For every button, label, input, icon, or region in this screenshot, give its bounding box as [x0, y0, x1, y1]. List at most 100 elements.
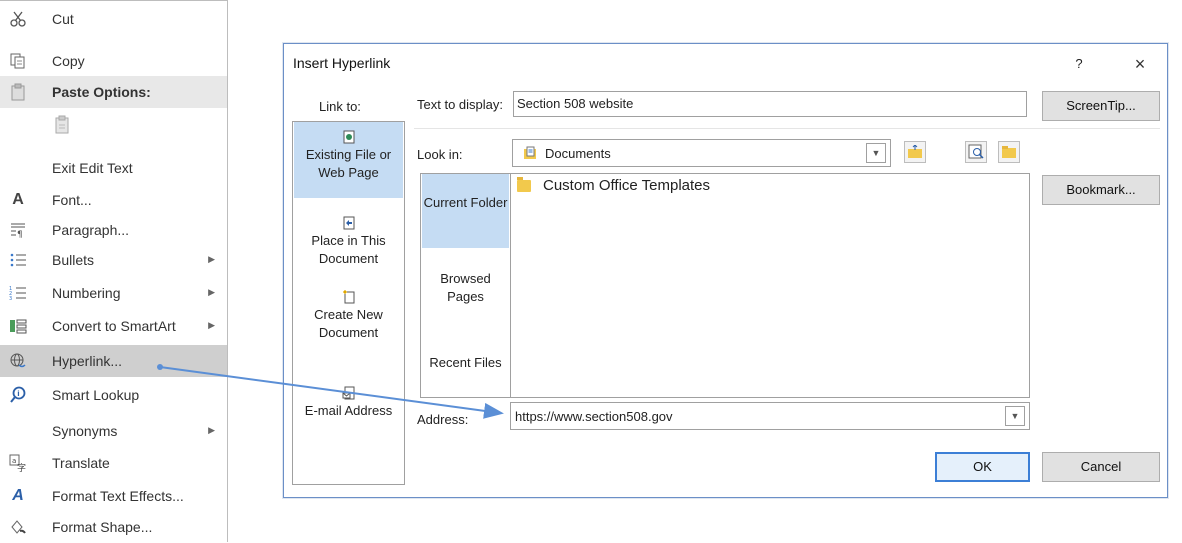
paste-keep-text-option[interactable] [0, 109, 227, 141]
menu-label-copy: Copy [52, 53, 85, 69]
link-to-create-label: Create New Document [314, 307, 383, 340]
browse-web-button[interactable] [965, 141, 987, 163]
menu-label-translate: Translate [52, 455, 110, 471]
file-list: Custom Office Templates [510, 173, 1030, 398]
menu-label-synonyms: Synonyms [52, 423, 118, 439]
copy-icon [8, 51, 28, 71]
menu-item-font[interactable]: A Font... [0, 184, 227, 216]
text-effects-icon: A [12, 487, 24, 504]
menu-label-bullets: Bullets [52, 252, 95, 268]
svg-text:字: 字 [17, 462, 26, 472]
file-name: Custom Office Templates [543, 177, 711, 194]
bullets-icon [8, 250, 28, 270]
link-to-label: Link to: [319, 99, 361, 114]
open-folder-icon [1002, 146, 1016, 158]
text-to-display-input[interactable]: Section 508 website [513, 91, 1027, 117]
cancel-button[interactable]: Cancel [1042, 452, 1160, 482]
hyperlink-globe-icon [8, 351, 28, 371]
smart-lookup-icon: i [8, 385, 28, 405]
submenu-arrow-icon: ▶ [208, 320, 215, 330]
menu-item-format-shape[interactable]: Format Shape... [0, 511, 227, 543]
link-to-create-new-document[interactable]: Create New Document [294, 282, 403, 354]
link-to-existing-label: Existing File or Web Page [305, 147, 392, 180]
look-in-value: Documents [545, 146, 611, 161]
translate-icon: a字 [8, 453, 28, 473]
link-to-place-label: Place in This Document [311, 233, 386, 266]
submenu-arrow-icon: ▶ [208, 254, 215, 264]
menu-item-convert-smartart[interactable]: Convert to SmartArt ▶ [0, 310, 227, 342]
list-item[interactable]: Custom Office Templates [517, 176, 711, 194]
menu-item-smart-lookup[interactable]: i Smart Lookup [0, 379, 227, 411]
submenu-arrow-icon: ▶ [208, 287, 215, 297]
dialog-title: Insert Hyperlink [293, 55, 391, 71]
menu-item-cut[interactable]: Cut [0, 3, 227, 35]
menu-item-bullets[interactable]: Bullets ▶ [0, 244, 227, 276]
svg-text:a: a [12, 457, 16, 465]
chevron-down-icon[interactable]: ▼ [866, 143, 886, 163]
look-in-label: Look in: [417, 147, 463, 162]
bookmark-button[interactable]: Bookmark... [1042, 175, 1160, 205]
menu-item-exit-edit-text[interactable]: Exit Edit Text [0, 152, 227, 184]
format-shape-icon [8, 517, 28, 537]
menu-item-translate[interactable]: a字 Translate [0, 447, 227, 479]
up-one-folder-button[interactable] [904, 141, 926, 163]
menu-label-font: Font... [52, 192, 92, 208]
email-icon [342, 386, 354, 400]
paragraph-icon: ¶ [8, 220, 28, 240]
browse-web-icon [968, 144, 984, 159]
svg-text:3: 3 [9, 296, 12, 302]
insert-hyperlink-dialog: Insert Hyperlink ? × Link to: Existing F… [283, 43, 1168, 498]
link-to-panel: Existing File or Web Page Place in This … [292, 121, 405, 485]
menu-label-cut: Cut [52, 11, 74, 27]
numbering-icon: 123 [8, 283, 28, 303]
svg-text:¶: ¶ [17, 230, 23, 239]
navigation-panel: Current Folder Browsed Pages Recent File… [420, 173, 511, 398]
submenu-arrow-icon: ▶ [208, 425, 215, 435]
separator [414, 128, 1160, 129]
nav-browsed-pages[interactable]: Browsed Pages [422, 264, 509, 314]
paste-text-icon [52, 115, 72, 135]
nav-current-folder[interactable]: Current Folder [422, 174, 509, 248]
nav-recent-files[interactable]: Recent Files [422, 346, 509, 386]
menu-label-hyperlink: Hyperlink... [52, 353, 123, 369]
menu-label-convert-smartart: Convert to SmartArt [52, 318, 176, 334]
menu-label-numbering: Numbering [52, 285, 121, 301]
menu-label-smart-lookup: Smart Lookup [52, 387, 140, 403]
existing-file-icon [343, 130, 354, 144]
menu-item-format-text-effects[interactable]: A Format Text Effects... [0, 480, 227, 512]
address-input[interactable]: https://www.section508.gov ▼ [510, 402, 1030, 430]
clipboard-icon [8, 82, 28, 102]
menu-item-paragraph[interactable]: ¶ Paragraph... [0, 214, 227, 246]
menu-label-exit-edit-text: Exit Edit Text [52, 160, 133, 176]
link-to-email-label: E-mail Address [304, 403, 393, 418]
svg-text:i: i [17, 390, 19, 398]
new-document-icon [342, 290, 354, 304]
place-in-document-icon [343, 216, 354, 230]
menu-item-hyperlink[interactable]: Hyperlink... [0, 345, 227, 377]
ok-button[interactable]: OK [935, 452, 1030, 482]
folder-icon [517, 176, 531, 192]
documents-folder-icon [524, 146, 536, 159]
up-folder-icon [908, 145, 922, 158]
look-in-select[interactable]: Documents ▼ [512, 139, 891, 167]
menu-item-synonyms[interactable]: Synonyms ▶ [0, 415, 227, 447]
chevron-down-icon[interactable]: ▼ [1005, 406, 1025, 426]
help-button[interactable]: ? [1064, 52, 1094, 76]
menu-item-copy[interactable]: Copy [0, 45, 227, 77]
menu-label-paragraph: Paragraph... [52, 222, 130, 238]
menu-item-numbering[interactable]: 123 Numbering ▶ [0, 277, 227, 309]
scissors-icon [8, 9, 28, 29]
link-to-email-address[interactable]: E-mail Address [294, 378, 403, 442]
browse-file-button[interactable] [998, 141, 1020, 163]
close-button[interactable]: × [1120, 50, 1160, 78]
font-icon: A [12, 191, 24, 208]
link-to-existing-file[interactable]: Existing File or Web Page [294, 122, 403, 198]
menu-label-format-text-effects: Format Text Effects... [52, 488, 184, 504]
menu-label-paste-options: Paste Options: [52, 84, 151, 100]
address-value: https://www.section508.gov [515, 409, 673, 424]
link-to-place-in-document[interactable]: Place in This Document [294, 208, 403, 278]
screentip-button[interactable]: ScreenTip... [1042, 91, 1160, 121]
text-to-display-label: Text to display: [417, 97, 503, 112]
smartart-icon [8, 316, 28, 336]
address-label: Address: [417, 412, 469, 427]
